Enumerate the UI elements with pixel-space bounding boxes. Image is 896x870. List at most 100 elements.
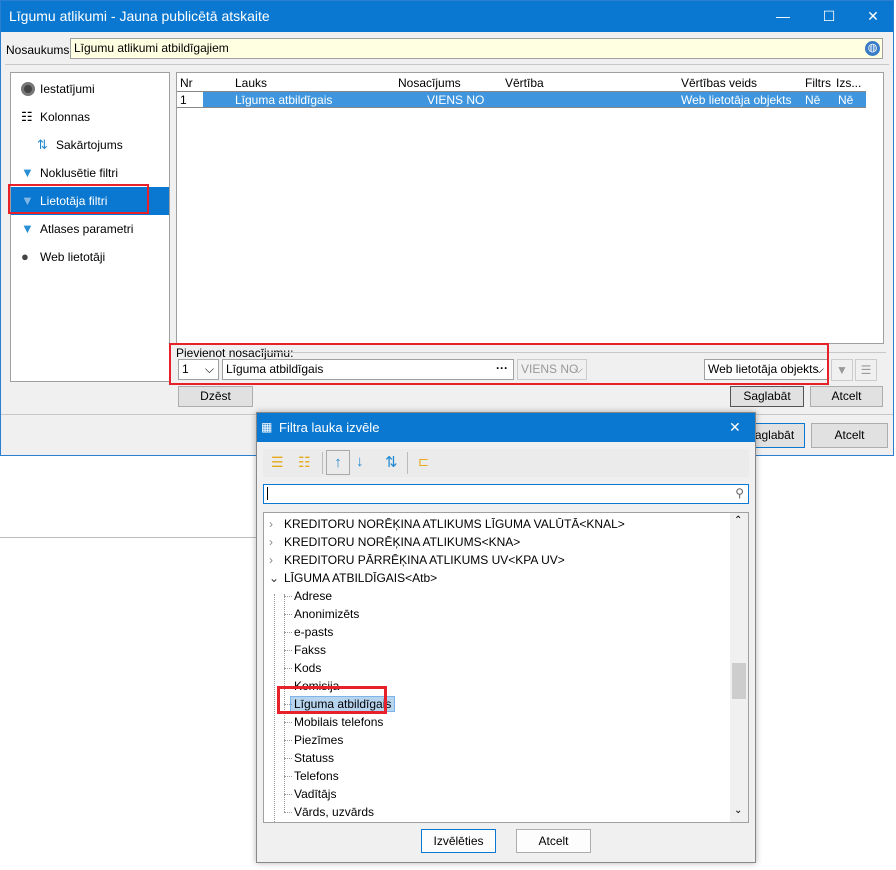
- columns-icon: ☷: [21, 109, 33, 124]
- scrollbar-thumb[interactable]: [732, 663, 746, 699]
- table-row[interactable]: 1 Līguma atbildīgais VIENS NO Web lietot…: [177, 91, 866, 108]
- cell-filtrs: Nē: [805, 93, 821, 107]
- choose-button[interactable]: Izvēlēties: [421, 829, 496, 853]
- sort-icon: ⇅: [37, 137, 48, 152]
- name-value: Līgumu atlikumi atbildīgajiem: [74, 41, 229, 55]
- sidebar-item-sakartojums[interactable]: ⇅ Sakārtojums: [11, 131, 169, 159]
- column-header-nr[interactable]: Nr: [180, 76, 193, 90]
- dialog-title-bar: ▦ Filtra lauka izvēle ✕: [257, 413, 755, 442]
- scroll-down-icon[interactable]: ⌄: [734, 805, 742, 816]
- tree-item-label: Anonimizēts: [294, 607, 360, 621]
- column-header-vertibas-veids[interactable]: Vērtības veids: [681, 76, 757, 90]
- sidebar-item-label: Sakārtojums: [56, 138, 123, 152]
- tree-item-label: KREDITORU PĀRRĒĶINA ATLIKUMS UV<KPA UV>: [284, 553, 565, 567]
- name-input[interactable]: Līgumu atlikumi atbildīgajiem: [70, 38, 883, 59]
- dialog-title: Filtra lauka izvēle: [279, 420, 380, 435]
- collapse-all-icon[interactable]: ☷: [298, 454, 311, 471]
- scrollbar[interactable]: ⌃ ⌄: [730, 513, 748, 822]
- column-header-vertiba[interactable]: Vērtība: [505, 76, 544, 90]
- tree-item[interactable]: Piezīmes: [264, 731, 343, 749]
- user-icon: ●: [21, 249, 29, 264]
- expanded-chevron-icon[interactable]: ⌄: [269, 569, 279, 587]
- tree-item[interactable]: Kods: [264, 659, 321, 677]
- sidebar-item-web-lietotaji[interactable]: ● Web lietotāji: [11, 243, 169, 271]
- main-window: Līgumu atlikumi - Jauna publicētā atskai…: [0, 0, 894, 456]
- cell-nosacijums: VIENS NO: [427, 93, 485, 107]
- dialog-cancel-button[interactable]: Atcelt: [516, 829, 591, 853]
- collapsed-chevron-icon[interactable]: ›: [269, 533, 273, 551]
- highlight-box: [277, 686, 387, 714]
- window-cancel-button[interactable]: Atcelt: [811, 423, 888, 448]
- delete-button[interactable]: Dzēst: [178, 386, 253, 407]
- list-arrow-button[interactable]: ☰: [855, 359, 877, 381]
- sidebar-item-label: Noklusētie filtri: [40, 166, 119, 180]
- tree-item-label: Mobilais telefons: [294, 715, 384, 729]
- collapsed-chevron-icon[interactable]: ›: [269, 551, 273, 569]
- expand-all-icon[interactable]: ☰: [271, 454, 284, 471]
- user-filter-button[interactable]: ▼: [831, 359, 853, 381]
- cell-lauks: Līguma atbildīgais: [235, 93, 333, 107]
- minimize-button[interactable]: —: [761, 1, 805, 32]
- conditions-grid: Nr Lauks Nosacījums Vērtība Vērtības vei…: [176, 72, 884, 344]
- tree-item-label: Kods: [294, 661, 322, 675]
- tree-item[interactable]: Telefons: [264, 767, 339, 785]
- sort-toggle-icon[interactable]: ⇅: [385, 453, 398, 471]
- tree-item[interactable]: › KREDITORU NORĒĶINA ATLIKUMS<KNA>: [264, 533, 520, 551]
- maximize-button[interactable]: ☐: [807, 1, 851, 32]
- cell-izs: Nē: [838, 93, 854, 107]
- scroll-up-icon[interactable]: ⌃: [734, 515, 742, 526]
- window-title: Līgumu atlikumi - Jauna publicētā atskai…: [9, 8, 270, 24]
- column-header-lauks[interactable]: Lauks: [235, 76, 267, 90]
- tree-item-label: KREDITORU NORĒĶINA ATLIKUMS<KNA>: [284, 535, 521, 549]
- tree-item[interactable]: Mobilais telefons: [264, 713, 383, 731]
- search-input[interactable]: ⚲: [263, 484, 749, 504]
- tree-item[interactable]: Vārds, uzvārds: [264, 803, 374, 821]
- tree-item[interactable]: Anonimizēts: [264, 605, 359, 623]
- background-line: [0, 537, 256, 538]
- highlight-box: [169, 343, 829, 385]
- separator: [5, 64, 889, 65]
- title-bar: Līgumu atlikumi - Jauna publicētā atskai…: [1, 1, 893, 32]
- filter-field-dialog: ▦ Filtra lauka izvēle ✕ ☰ ☷ ↑ ↓ ⇅ ⊏ ⚲ ⌃ …: [256, 412, 756, 863]
- tree-item-label: Piezīmes: [294, 733, 344, 747]
- sidebar-item-label: Web lietotāji: [40, 250, 106, 264]
- column-header-izs[interactable]: Izs...: [836, 76, 861, 90]
- gear-icon: [21, 82, 35, 96]
- highlight-box: [8, 184, 149, 214]
- sidebar-item-atlases-parametri[interactable]: ▼ Atlases parametri: [11, 215, 169, 243]
- sidebar-item-label: Atlases parametri: [40, 222, 134, 236]
- column-header-filtrs[interactable]: Filtrs: [805, 76, 831, 90]
- sidebar-item-kolonnas[interactable]: ☷ Kolonnas: [11, 103, 169, 131]
- save-condition-button[interactable]: Saglabāt: [730, 386, 804, 407]
- tree-item[interactable]: ⌄ LĪGUMA ATBILDĪGAIS<Atb>: [264, 569, 437, 587]
- tree-item[interactable]: › KREDITORU NORĒĶINA ATLIKUMS LĪGUMA VALŪ…: [264, 515, 625, 533]
- tree-item-label: LĪGUMA ATBILDĪGAIS<Atb>: [284, 571, 438, 585]
- name-label: Nosaukums:: [6, 43, 73, 57]
- collapsed-chevron-icon[interactable]: ›: [269, 515, 273, 533]
- tree-item-label: KREDITORU NORĒĶINA ATLIKUMS LĪGUMA VALŪT…: [284, 517, 625, 531]
- globe-icon[interactable]: ◍: [865, 41, 880, 56]
- column-header-nosacijums[interactable]: Nosacījums: [398, 76, 461, 90]
- tree-item-label: Telefons: [294, 769, 339, 783]
- tree-item-label: Vārds, uzvārds: [294, 805, 375, 819]
- tree-item-label: e-pasts: [294, 625, 334, 639]
- tree-item-label: Statuss: [294, 751, 335, 765]
- tree-item[interactable]: › KREDITORU PĀRRĒĶINA ATLIKUMS UV<KPA UV>: [264, 551, 565, 569]
- sort-ascending-icon[interactable]: ↑: [326, 450, 350, 475]
- tree-item-label: Fakss: [294, 643, 327, 657]
- tree-item-label: Adrese: [294, 589, 333, 603]
- close-button[interactable]: ✕: [851, 1, 895, 32]
- dialog-close-button[interactable]: ✕: [729, 419, 741, 436]
- cell-nr: 1: [180, 93, 187, 107]
- sort-descending-icon[interactable]: ↓: [356, 453, 364, 470]
- tree-item-label: Vadītājs: [294, 787, 337, 801]
- sidebar-item-iestatijumi[interactable]: Iestatījumi: [11, 75, 169, 103]
- sidebar-item-noklusetie-filtri[interactable]: ▼ Noklusētie filtri: [11, 159, 169, 187]
- tree-structure-icon[interactable]: ⊏: [418, 454, 429, 470]
- filter-question-icon: ▼: [21, 165, 34, 180]
- sidebar: Iestatījumi ☷ Kolonnas ⇅ Sakārtojums ▼ Nokl…: [10, 72, 170, 382]
- cell-vertibas-veids: Web lietotāja objekts: [681, 93, 792, 107]
- sidebar-item-label: Kolonnas: [40, 110, 91, 124]
- filter-icon: ▼: [21, 221, 34, 236]
- cancel-condition-button[interactable]: Atcelt: [810, 386, 883, 407]
